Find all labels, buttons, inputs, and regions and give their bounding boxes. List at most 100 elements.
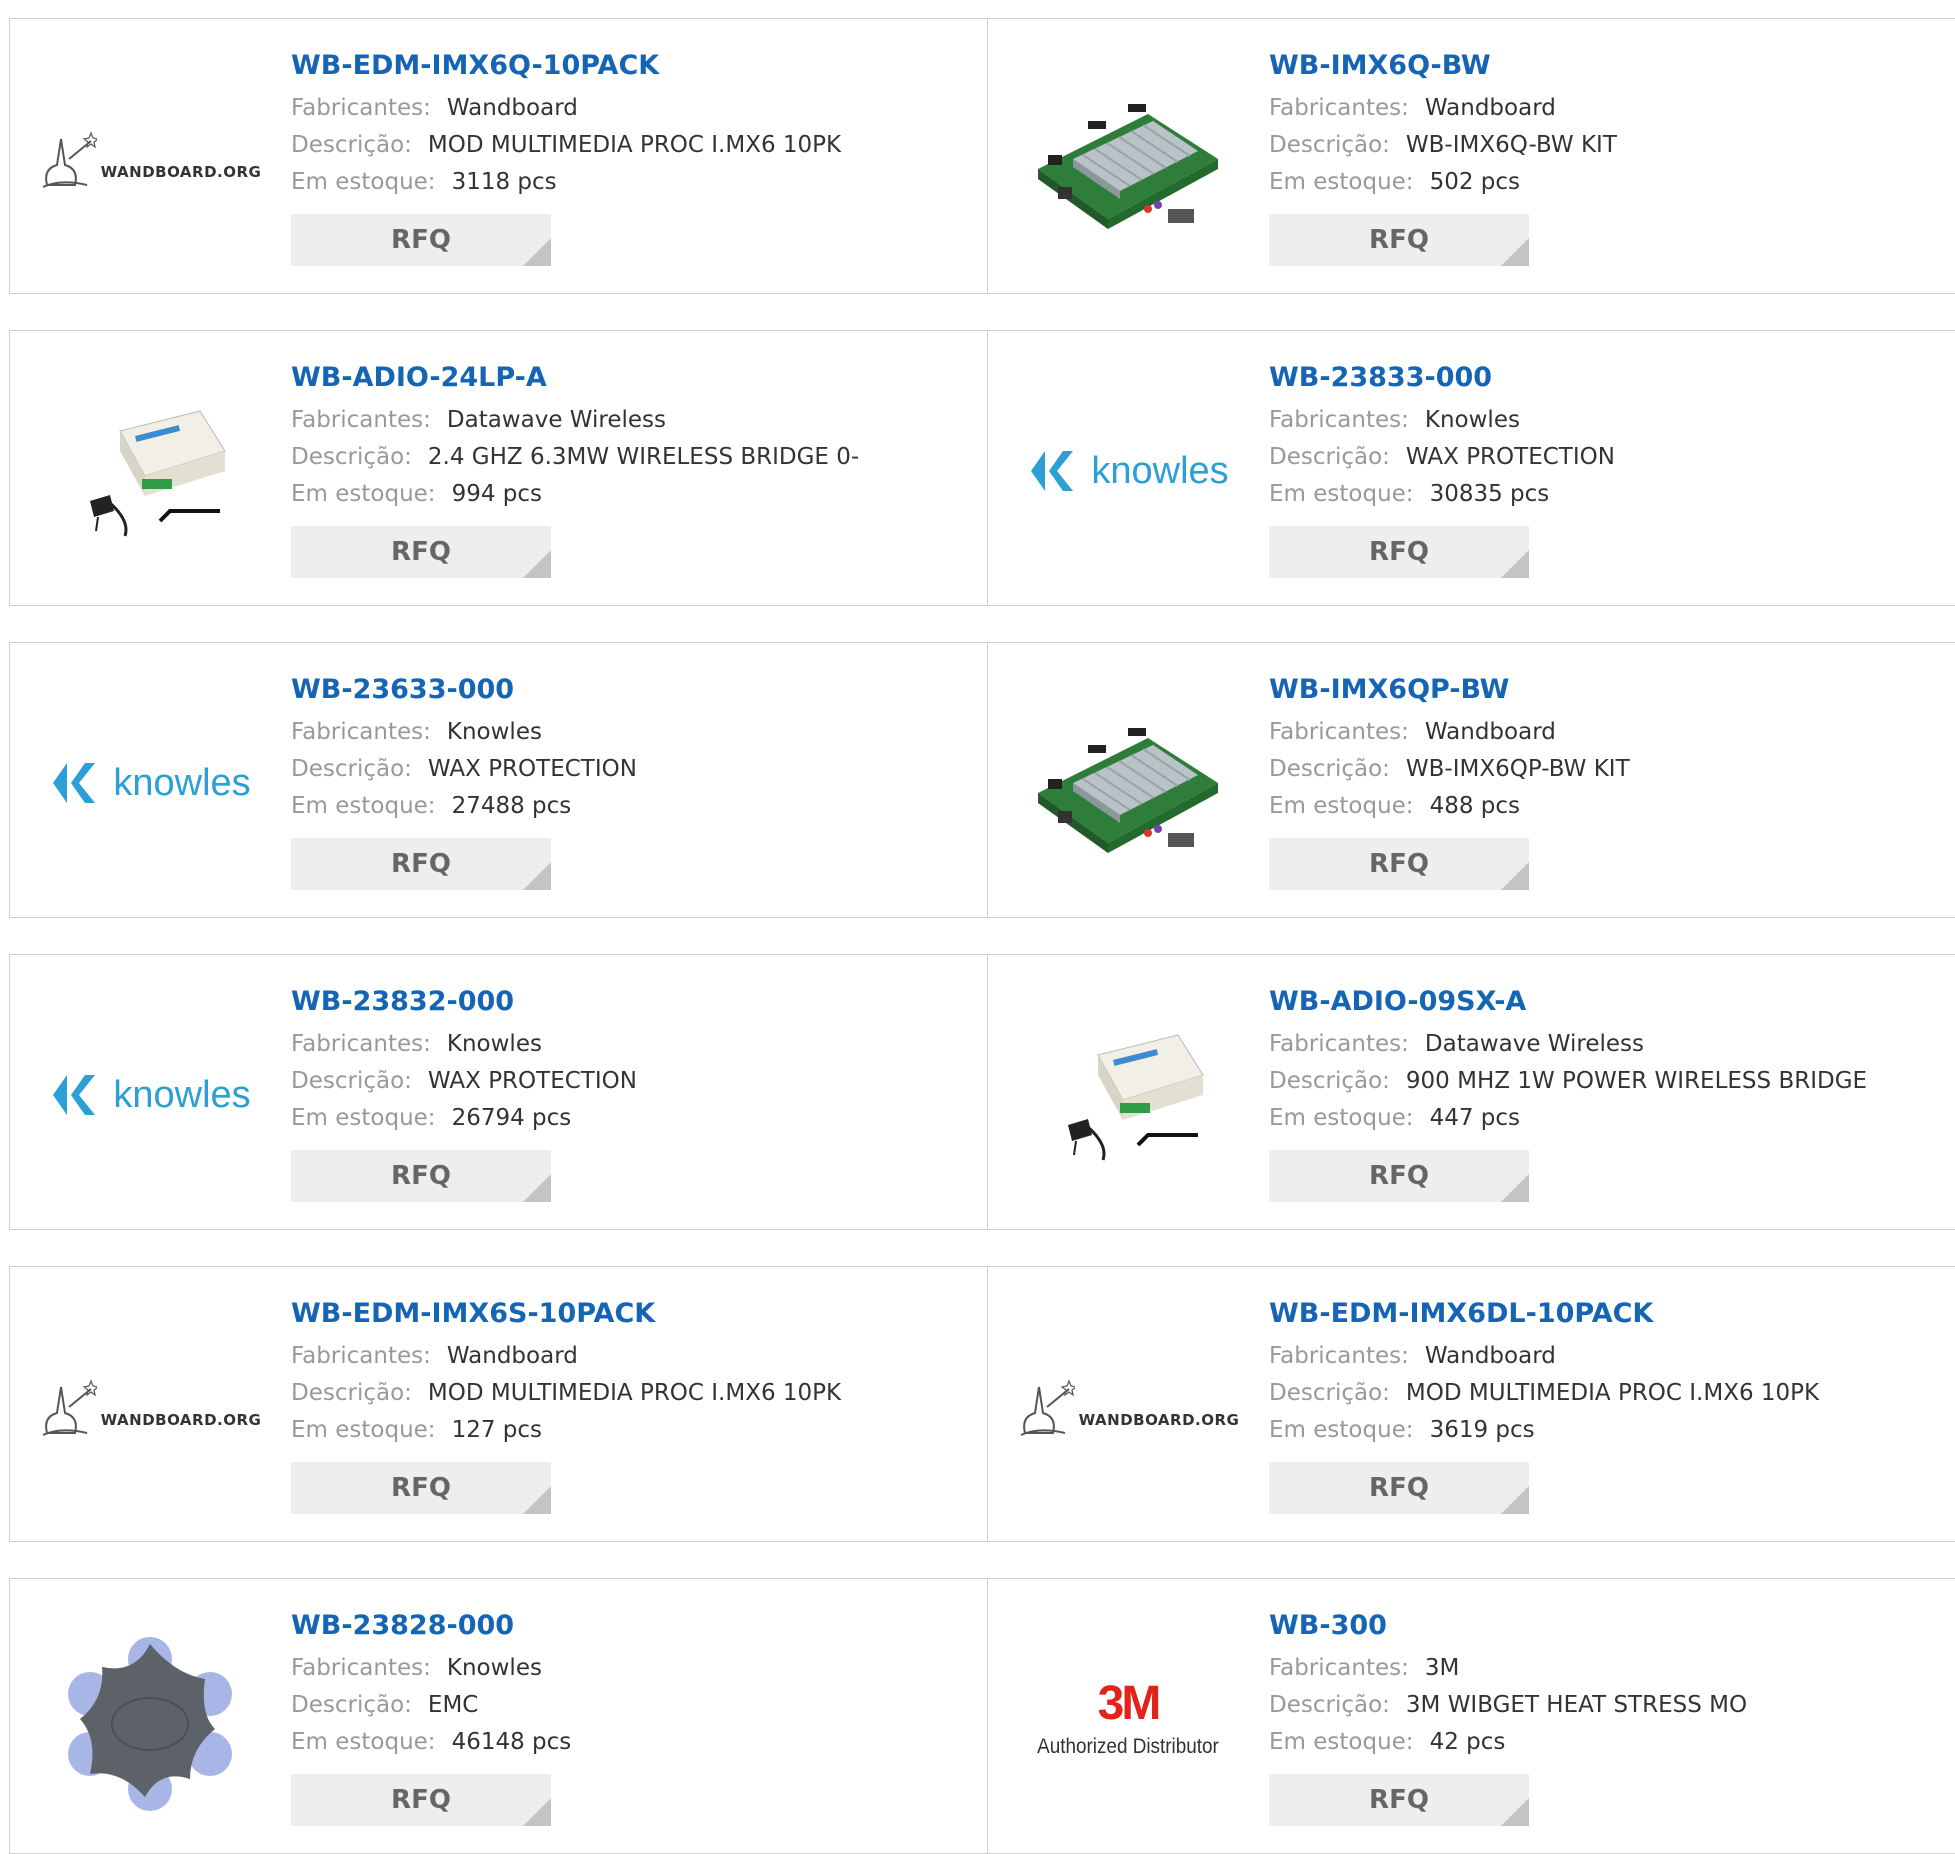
part-number-link[interactable]: WB-300	[1269, 1606, 1955, 1646]
part-number-link[interactable]: WB-EDM-IMX6DL-10PACK	[1269, 1294, 1955, 1334]
manufacturer-label: Fabricantes:	[1269, 1343, 1409, 1369]
part-number-link[interactable]: WB-IMX6Q-BW	[1269, 46, 1955, 86]
product-image[interactable]	[50, 1619, 250, 1819]
product-image[interactable]: WANDBOARD.ORG	[1020, 1307, 1239, 1507]
rfq-button[interactable]: RFQ	[1269, 214, 1529, 266]
manufacturer-label: Fabricantes:	[1269, 1655, 1409, 1681]
rfq-button[interactable]: RFQ	[291, 214, 551, 266]
manufacturer-label: Fabricantes:	[291, 1031, 431, 1057]
manufacturer-value: Wandboard	[1424, 95, 1556, 121]
knowles-logo: knowles	[49, 761, 251, 805]
wizard-hat-icon	[1020, 1379, 1075, 1436]
manufacturer-row: Fabricantes: Knowles	[1269, 402, 1955, 439]
rfq-button[interactable]: RFQ	[1269, 1462, 1529, 1514]
part-number-link[interactable]: WB-ADIO-09SX-A	[1269, 982, 1955, 1022]
description-label: Descrição:	[1269, 756, 1390, 782]
description-label: Descrição:	[291, 132, 412, 158]
product-info: WB-EDM-IMX6DL-10PACK Fabricantes: Wandboar…	[1269, 1294, 1955, 1514]
wireless-bridge-icon	[1068, 1034, 1204, 1161]
stock-row: Em estoque: 26794 pcs	[291, 1100, 977, 1137]
description-value: MOD MULTIMEDIA PROC I.MX6 10PK	[1405, 1380, 1820, 1406]
product-image[interactable]	[1028, 683, 1228, 883]
product-info: WB-23832-000 Fabricantes: Knowles Descrição…	[291, 982, 977, 1202]
stock-value: 46148 pcs	[451, 1729, 572, 1755]
product-info: WB-23828-000 Fabricantes: Knowles Descrição…	[291, 1606, 977, 1826]
rfq-button[interactable]: RFQ	[291, 1462, 551, 1514]
wandboard-logo: WANDBOARD.ORG	[1017, 1377, 1240, 1437]
stock-label: Em estoque:	[1269, 481, 1414, 507]
stock-value: 488 pcs	[1429, 793, 1521, 819]
part-number-link[interactable]: WB-23833-000	[1269, 358, 1955, 398]
product-card: WB-IMX6Q-BW Fabricantes: Wandboard Descriçã…	[987, 18, 1955, 294]
circuit-board-icon	[1038, 104, 1218, 229]
manufacturer-label: Fabricantes:	[1269, 1031, 1409, 1057]
product-image[interactable]	[1028, 995, 1228, 1195]
product-image[interactable]: knowles	[50, 995, 251, 1195]
stock-label: Em estoque:	[291, 169, 436, 195]
stock-row: Em estoque: 447 pcs	[1269, 1100, 1955, 1137]
rfq-button[interactable]: RFQ	[1269, 1150, 1529, 1202]
rfq-button-label: RFQ	[391, 849, 451, 879]
description-label: Descrição:	[291, 756, 412, 782]
description-row: Descrição: 3M WIBGET HEAT STRESS MO	[1269, 1687, 1955, 1724]
stock-row: Em estoque: 3118 pcs	[291, 164, 977, 201]
rfq-button-label: RFQ	[391, 1161, 451, 1191]
rfq-button[interactable]: RFQ	[1269, 838, 1529, 890]
product-image[interactable]: WANDBOARD.ORG	[42, 1307, 261, 1507]
description-row: Descrição: 900 MHZ 1W POWER WIRELESS BRID…	[1269, 1063, 1955, 1100]
manufacturer-label: Fabricantes:	[291, 719, 431, 745]
part-number-link[interactable]: WB-EDM-IMX6Q-10PACK	[291, 46, 977, 86]
description-label: Descrição:	[1269, 1380, 1390, 1406]
rfq-button[interactable]: RFQ	[1269, 1774, 1529, 1826]
rfq-button[interactable]: RFQ	[291, 526, 551, 578]
part-number-link[interactable]: WB-23832-000	[291, 982, 977, 1022]
part-number-link[interactable]: WB-23633-000	[291, 670, 977, 710]
description-row: Descrição: WAX PROTECTION	[291, 751, 977, 788]
stock-label: Em estoque:	[1269, 793, 1414, 819]
manufacturer-row: Fabricantes: Wandboard	[1269, 90, 1955, 127]
manufacturer-label: Fabricantes:	[291, 407, 431, 433]
wireless-bridge-icon	[90, 410, 226, 537]
stock-label: Em estoque:	[291, 1105, 436, 1131]
circuit-board-icon	[1038, 728, 1218, 853]
manufacturer-row: Fabricantes: Wandboard	[1269, 714, 1955, 751]
part-number-link[interactable]: WB-ADIO-24LP-A	[291, 358, 977, 398]
rfq-button[interactable]: RFQ	[291, 1774, 551, 1826]
description-label: Descrição:	[291, 444, 412, 470]
stock-label: Em estoque:	[291, 1417, 436, 1443]
manufacturer-row: Fabricantes: Knowles	[291, 1650, 977, 1687]
wandboard-logo-text: WANDBOARD.ORG	[100, 163, 262, 181]
manufacturer-label: Fabricantes:	[1269, 719, 1409, 745]
stock-label: Em estoque:	[291, 1729, 436, 1755]
rfq-button-label: RFQ	[391, 225, 451, 255]
description-value: WAX PROTECTION	[427, 1068, 637, 1094]
corner-triangle-icon	[1501, 550, 1529, 578]
product-info: WB-300 Fabricantes: 3M Descrição: 3M WIBGET …	[1269, 1606, 1955, 1826]
product-image[interactable]	[50, 371, 250, 571]
manufacturer-value: Datawave Wireless	[1424, 1031, 1645, 1057]
product-image[interactable]: WANDBOARD.ORG	[42, 59, 261, 259]
rfq-button-label: RFQ	[1369, 1161, 1429, 1191]
stock-label: Em estoque:	[1269, 1417, 1414, 1443]
manufacturer-row: Fabricantes: Knowles	[291, 714, 977, 751]
manufacturer-row: Fabricantes: Wandboard	[291, 90, 977, 127]
description-value: MOD MULTIMEDIA PROC I.MX6 10PK	[427, 1380, 842, 1406]
part-number-link[interactable]: WB-23828-000	[291, 1606, 977, 1646]
rfq-button[interactable]: RFQ	[291, 838, 551, 890]
product-image[interactable]	[1028, 59, 1228, 259]
rfq-button[interactable]: RFQ	[1269, 526, 1529, 578]
manufacturer-value: Knowles	[446, 719, 542, 745]
part-number-link[interactable]: WB-IMX6QP-BW	[1269, 670, 1955, 710]
description-label: Descrição:	[1269, 132, 1390, 158]
product-image[interactable]: knowles	[49, 683, 251, 883]
stock-value: 447 pcs	[1429, 1105, 1521, 1131]
authorized-distributor-text: Authorized Distributor	[1037, 1735, 1219, 1758]
rfq-button-label: RFQ	[1369, 1785, 1429, 1815]
wizard-hat-icon	[42, 1379, 97, 1436]
product-card: WB-ADIO-24LP-A Fabricantes: Datawave Wirel…	[9, 330, 988, 606]
part-number-link[interactable]: WB-EDM-IMX6S-10PACK	[291, 1294, 977, 1334]
product-info: WB-23833-000 Fabricantes: Knowles Descrição…	[1269, 358, 1955, 578]
rfq-button[interactable]: RFQ	[291, 1150, 551, 1202]
product-image[interactable]: 3M Authorized Distributor	[1028, 1619, 1228, 1819]
product-image[interactable]: knowles	[1028, 371, 1229, 571]
